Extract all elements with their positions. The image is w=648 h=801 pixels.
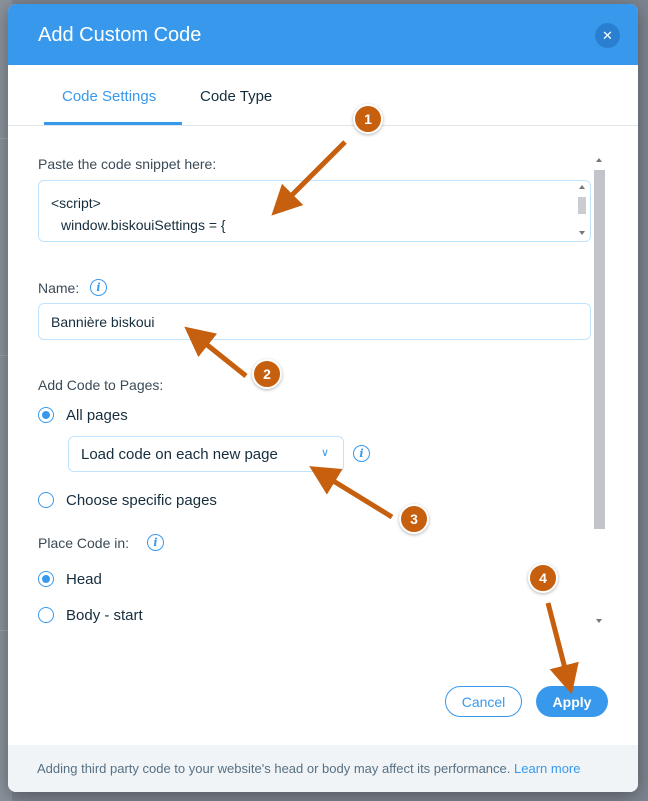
radio-head[interactable] xyxy=(38,571,54,587)
code-snippet-textarea[interactable]: <script> window.biskouiSettings = { xyxy=(38,180,591,242)
learn-more-link[interactable]: Learn more xyxy=(514,761,580,776)
radio-choose-specific-pages[interactable] xyxy=(38,492,54,508)
annotation-marker-3: 3 xyxy=(399,504,429,534)
active-tab-indicator xyxy=(44,122,182,125)
close-button[interactable]: ✕ xyxy=(595,23,620,48)
radio-all-pages[interactable] xyxy=(38,407,54,423)
annotation-marker-2: 2 xyxy=(252,359,282,389)
code-line: <script> xyxy=(51,195,101,211)
info-icon[interactable]: i xyxy=(90,279,107,296)
chevron-down-icon: ∨ xyxy=(320,447,329,459)
dialog-title: Add Custom Code xyxy=(38,24,202,46)
add-custom-code-dialog: Add Custom Code ✕ Code Settings Code Typ… xyxy=(8,4,638,792)
add-code-to-pages-label: Add Code to Pages: xyxy=(38,377,164,393)
scroll-down-icon[interactable] xyxy=(579,231,585,235)
annotation-marker-4: 4 xyxy=(528,563,558,593)
code-scroll-thumb[interactable] xyxy=(578,197,586,214)
code-line: window.biskouiSettings = { xyxy=(61,217,226,233)
name-label: Name: xyxy=(38,280,80,296)
settings-panel: Paste the code snippet here: <script> wi… xyxy=(8,127,638,627)
panel-scroll-thumb[interactable] xyxy=(594,170,605,529)
scroll-up-icon[interactable] xyxy=(579,185,585,189)
radio-body-start[interactable] xyxy=(38,607,54,623)
place-code-in-label: Place Code in: xyxy=(38,535,130,551)
footer-notice: Adding third party code to your website'… xyxy=(8,745,638,792)
scroll-down-icon[interactable] xyxy=(596,619,602,623)
tab-bar: Code Settings Code Type xyxy=(8,65,638,126)
info-icon[interactable]: i xyxy=(353,445,370,462)
tab-code-settings[interactable]: Code Settings xyxy=(62,88,156,105)
load-code-select[interactable]: Load code on each new page ∨ xyxy=(68,436,344,472)
panel-scrollbar[interactable] xyxy=(593,153,606,627)
radio-label-choose-specific-pages: Choose specific pages xyxy=(66,492,217,509)
close-icon: ✕ xyxy=(602,27,613,43)
select-value: Load code on each new page xyxy=(81,446,278,463)
radio-label-body-start: Body - start xyxy=(66,607,143,624)
footer-text: Adding third party code to your website'… xyxy=(37,761,511,776)
info-icon[interactable]: i xyxy=(147,534,164,551)
scroll-up-icon[interactable] xyxy=(596,158,602,162)
dialog-header: Add Custom Code ✕ xyxy=(8,4,638,65)
tab-code-type[interactable]: Code Type xyxy=(200,88,272,105)
radio-label-all-pages: All pages xyxy=(66,407,128,424)
code-scrollbar[interactable] xyxy=(576,183,588,239)
radio-label-head: Head xyxy=(66,571,102,588)
code-snippet-label: Paste the code snippet here: xyxy=(38,156,217,172)
annotation-marker-1: 1 xyxy=(353,104,383,134)
apply-button[interactable]: Apply xyxy=(536,686,608,717)
cancel-button[interactable]: Cancel xyxy=(445,686,522,717)
name-input[interactable]: Bannière biskoui xyxy=(38,303,591,340)
